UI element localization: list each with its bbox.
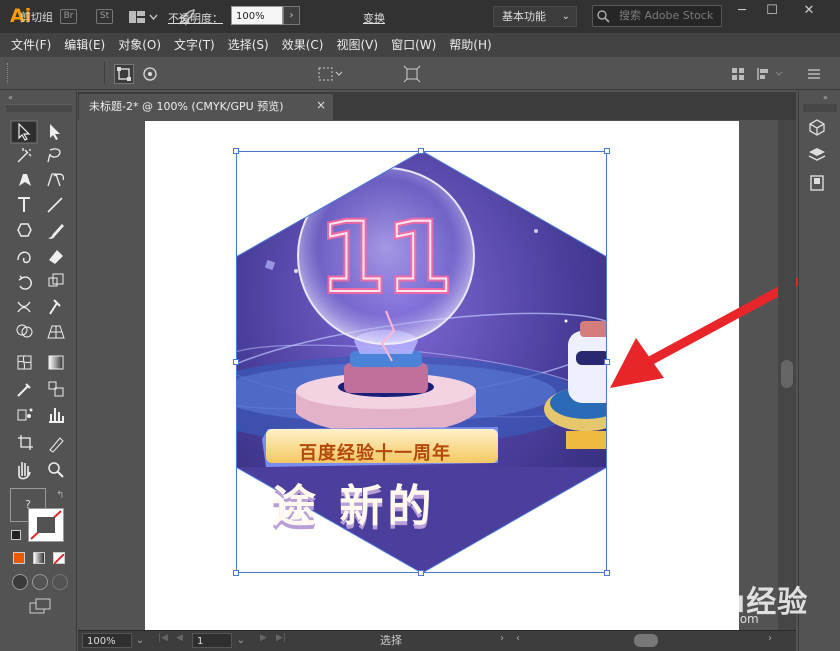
vertical-scroll-thumb[interactable] bbox=[781, 360, 793, 388]
default-colors-icon[interactable] bbox=[11, 530, 21, 540]
expand-panels-icon[interactable]: » bbox=[823, 93, 828, 102]
artboard-number-field[interactable]: 1 bbox=[192, 633, 232, 648]
grid-icon bbox=[732, 68, 744, 80]
edit-contents-button[interactable] bbox=[141, 65, 159, 83]
divider bbox=[104, 62, 105, 84]
menu-object[interactable]: 对象(O) bbox=[118, 33, 161, 57]
isolate-icon bbox=[403, 65, 421, 83]
align-options-button[interactable] bbox=[756, 66, 786, 82]
screen-mode-button[interactable] bbox=[28, 598, 52, 614]
menu-bar: 文件(F) 编辑(E) 对象(O) 文字(T) 选择(S) 效果(C) 视图(V… bbox=[0, 33, 840, 57]
menu-file[interactable]: 文件(F) bbox=[11, 33, 51, 57]
libraries-icon bbox=[809, 119, 825, 136]
menu-edit[interactable]: 编辑(E) bbox=[64, 33, 105, 57]
zoom-field[interactable]: 100% bbox=[82, 633, 132, 648]
stock-button[interactable]: St bbox=[96, 9, 113, 24]
menu-icon bbox=[808, 69, 820, 79]
align-to-button[interactable] bbox=[316, 64, 346, 84]
first-artboard-button[interactable]: |◀ bbox=[158, 633, 168, 643]
handle-top-left[interactable] bbox=[233, 148, 239, 154]
handle-bottom-left[interactable] bbox=[233, 570, 239, 576]
headline-text: 途 新的 bbox=[272, 481, 436, 532]
last-artboard-button[interactable]: ▶| bbox=[276, 633, 286, 643]
draw-behind-button[interactable] bbox=[32, 574, 48, 590]
edit-contents-icon bbox=[143, 67, 157, 81]
workspace-label: 基本功能 bbox=[502, 10, 546, 23]
menu-select[interactable]: 选择(S) bbox=[228, 33, 269, 57]
artboard-dropdown-icon[interactable]: ⌄ bbox=[234, 633, 248, 648]
handle-bottom-right[interactable] bbox=[604, 570, 610, 576]
menu-view[interactable]: 视图(V) bbox=[336, 33, 378, 57]
tools-panel-grip[interactable] bbox=[6, 104, 72, 112]
arrange-documents-icon bbox=[129, 11, 158, 23]
properties-panel-button[interactable] bbox=[808, 174, 826, 192]
menu-window[interactable]: 窗口(W) bbox=[391, 33, 436, 57]
control-bar-grip[interactable] bbox=[7, 63, 11, 83]
status-mode-text: 选择 bbox=[380, 634, 402, 647]
zoom-dropdown-icon[interactable]: ⌄ bbox=[133, 633, 147, 648]
properties-icon bbox=[810, 175, 824, 191]
clipping-path-icon bbox=[117, 67, 131, 81]
screen-mode-icon bbox=[29, 598, 51, 614]
color-mode-button[interactable] bbox=[13, 552, 25, 564]
draw-inside-button[interactable] bbox=[52, 574, 68, 590]
swap-fill-stroke-icon[interactable]: ↰ bbox=[56, 490, 64, 501]
chevron-down-icon: ⌄ bbox=[561, 11, 570, 22]
status-bar bbox=[78, 630, 796, 651]
watermark-url: jingyan.baidu.com bbox=[648, 612, 759, 626]
red-arrow-icon bbox=[610, 277, 801, 388]
bridge-button[interactable]: Br bbox=[60, 9, 77, 24]
none-stroke-icon bbox=[30, 510, 62, 540]
document-tab[interactable]: 未标题-2* @ 100% (CMYK/GPU 预览) bbox=[79, 94, 333, 120]
edit-clipping-path-button[interactable] bbox=[114, 64, 134, 84]
status-menu-arrow[interactable]: › bbox=[500, 633, 504, 644]
workspace-switcher[interactable]: 基本功能 ⌄ bbox=[493, 6, 577, 27]
menu-effect[interactable]: 效果(C) bbox=[282, 33, 324, 57]
selection-name: 剪切组 bbox=[20, 11, 53, 24]
menu-type[interactable]: 文字(T) bbox=[174, 33, 215, 57]
scroll-right-button[interactable]: › bbox=[768, 633, 772, 644]
scroll-left-button[interactable]: ‹ bbox=[516, 633, 520, 644]
none-icon bbox=[53, 553, 65, 565]
panel-menu-button[interactable] bbox=[806, 66, 822, 82]
align-icon bbox=[757, 68, 783, 80]
opacity-dropdown-button[interactable]: › bbox=[283, 6, 300, 25]
close-window-button[interactable]: ✕ bbox=[797, 2, 821, 22]
search-placeholder: 搜索 Adobe Stock bbox=[619, 9, 714, 22]
arrange-documents-button[interactable] bbox=[128, 9, 158, 25]
transform-link[interactable]: 变换 bbox=[363, 10, 385, 26]
annotation-arrow bbox=[608, 277, 801, 398]
opacity-input[interactable]: 100% bbox=[231, 6, 283, 25]
close-tab-button[interactable]: × bbox=[316, 98, 326, 112]
next-artboard-button[interactable]: ▶ bbox=[260, 633, 267, 643]
draw-normal-button[interactable] bbox=[12, 574, 28, 590]
search-icon bbox=[597, 10, 611, 23]
libraries-panel-button[interactable] bbox=[808, 118, 826, 136]
none-mode-button[interactable] bbox=[53, 552, 65, 565]
maximize-button[interactable]: ☐ bbox=[760, 2, 784, 22]
menu-help[interactable]: 帮助(H) bbox=[449, 33, 491, 57]
previous-artboard-button[interactable]: ◀ bbox=[176, 633, 183, 643]
align-selection-icon bbox=[318, 67, 343, 81]
handle-top-center[interactable] bbox=[418, 148, 424, 154]
stroke-swatch[interactable] bbox=[28, 508, 64, 542]
arrange-panels-button[interactable] bbox=[730, 66, 746, 82]
tool-grid bbox=[10, 120, 72, 490]
neon-number-glow: 11 bbox=[319, 202, 453, 314]
search-adobe-stock-input[interactable]: 搜索 Adobe Stock bbox=[592, 5, 722, 27]
dock-grip[interactable] bbox=[803, 104, 837, 112]
handle-bottom-center[interactable] bbox=[418, 570, 424, 576]
minimize-button[interactable]: ─ bbox=[730, 2, 754, 22]
gradient-mode-button[interactable] bbox=[33, 552, 45, 564]
layers-panel-button[interactable] bbox=[808, 146, 826, 164]
handle-top-right[interactable] bbox=[604, 148, 610, 154]
handle-middle-left[interactable] bbox=[233, 359, 239, 365]
horizontal-scroll-thumb[interactable] bbox=[634, 634, 658, 647]
layers-icon bbox=[808, 148, 826, 161]
opacity-label[interactable]: 不透明度： bbox=[168, 10, 223, 26]
collapse-panel-icon[interactable]: « bbox=[8, 93, 13, 102]
banner-text: 百度经验十一周年 bbox=[299, 443, 451, 464]
isolate-selected-button[interactable] bbox=[402, 64, 422, 84]
